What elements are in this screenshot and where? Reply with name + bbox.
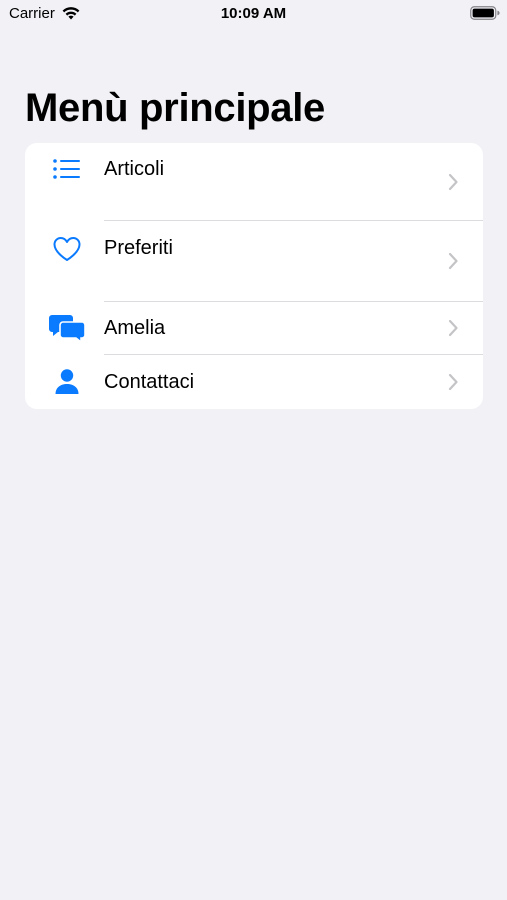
- menu-item-preferiti[interactable]: Preferiti: [25, 221, 483, 302]
- heart-icon: [47, 234, 87, 264]
- chevron-right-icon: [448, 173, 458, 191]
- menu-item-label: Contattaci: [104, 371, 195, 393]
- person-icon: [47, 367, 87, 397]
- list-icon: [47, 154, 87, 184]
- chevron-right-icon: [448, 252, 458, 270]
- menu-item-articoli[interactable]: Articoli: [25, 143, 483, 221]
- menu-item-contattaci[interactable]: Contattaci: [25, 355, 483, 409]
- menu-item-label: Amelia: [104, 317, 166, 339]
- chevron-right-icon: [448, 373, 458, 391]
- clock-time: 10:09 AM: [220, 5, 287, 22]
- chevron-right-icon: [448, 319, 458, 337]
- chat-bubbles-icon: [47, 313, 87, 343]
- page-title: Menù principale: [25, 86, 325, 130]
- battery-icon: [470, 6, 500, 20]
- menu-item-label: Preferiti: [104, 237, 173, 259]
- main-menu-list: Articoli Preferiti Amelia Contattaci: [25, 143, 483, 409]
- status-bar: Carrier 10:09 AM: [0, 0, 507, 30]
- menu-item-label: Articoli: [104, 158, 165, 180]
- menu-item-amelia[interactable]: Amelia: [25, 302, 483, 355]
